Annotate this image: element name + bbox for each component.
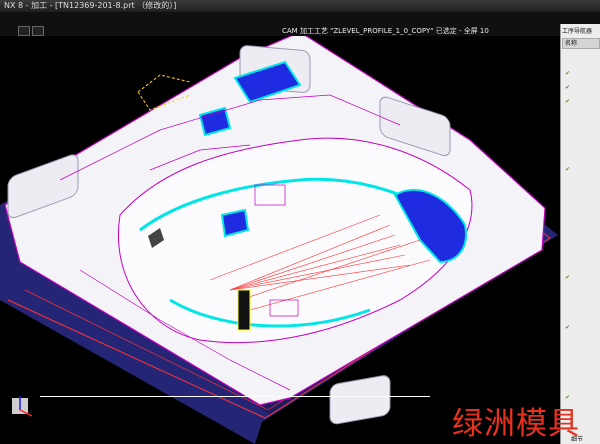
check-icon[interactable]: ✔ [565,274,570,281]
corner-pad-bottom [329,375,391,425]
grid-icon[interactable] [32,26,44,36]
toolbar: CAM 加工工艺 "ZLEVEL_PROFILE_1_0_COPY" 已选定 -… [0,12,600,37]
operation-navigator[interactable]: 工序导航器 名称 ✔ ✔ ✔ ✔ ✔ ✔ ✔ 细节 [560,24,600,444]
view-guide-line [40,396,430,397]
check-icon[interactable]: ✔ [565,70,570,77]
dark-slot [237,289,251,331]
window-titlebar: NX 8 - 加工 - [TN12369-201-8.prt （修改的）] [0,0,600,12]
check-icon[interactable]: ✔ [565,324,570,331]
navigator-column-header[interactable]: 名称 [562,38,600,49]
status-text: CAM 加工工艺 "ZLEVEL_PROFILE_1_0_COPY" 已选定 -… [282,27,489,35]
view-icon[interactable] [18,26,30,36]
selection-bracket [137,74,191,93]
wcs-triad-icon [12,396,33,417]
check-icon[interactable]: ✔ [565,98,570,105]
window-title: NX 8 - 加工 - [TN12369-201-8.prt （修改的）] [4,1,177,10]
navigator-title: 工序导航器 [562,28,593,35]
watermark: 绿洲模具 [452,406,580,442]
graphics-viewport[interactable] [0,36,560,444]
part-model [0,36,558,444]
check-icon[interactable]: ✔ [565,84,570,91]
check-icon[interactable]: ✔ [565,166,570,173]
